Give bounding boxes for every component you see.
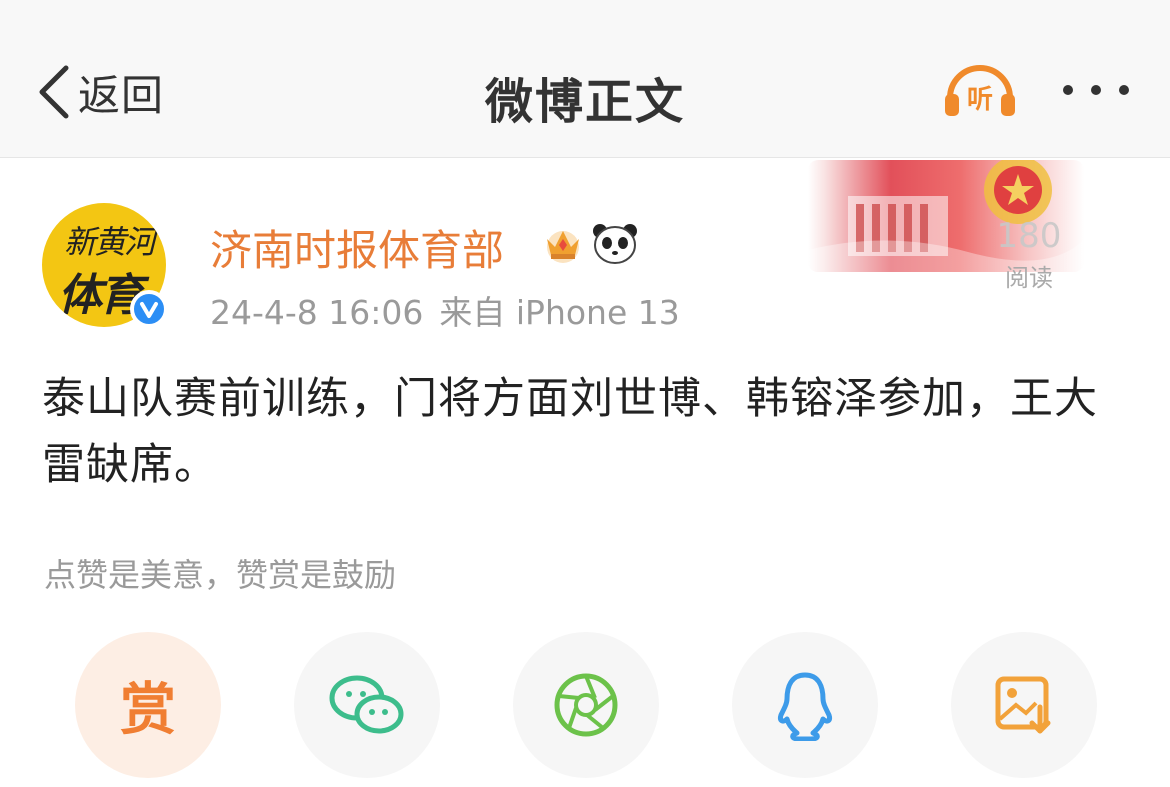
- headphones-icon: 听: [945, 65, 1015, 116]
- avatar-text-line2: 体育: [58, 270, 143, 321]
- share-moments-button[interactable]: [513, 632, 659, 778]
- save-image-icon: [995, 676, 1051, 734]
- panda-icon: [593, 224, 637, 264]
- verified-badge-icon: [130, 290, 168, 328]
- qq-icon: [778, 672, 832, 741]
- reward-button-label: 赏: [120, 677, 176, 743]
- more-button[interactable]: [1056, 70, 1136, 110]
- moments-icon: [554, 673, 618, 737]
- wechat-icon: [329, 675, 404, 734]
- reward-button[interactable]: 赏: [75, 632, 221, 778]
- more-icon: [1063, 85, 1129, 95]
- post-content: 泰山队赛前训练，门将方面刘世博、韩镕泽参加，王大雷缺席。: [42, 374, 1098, 490]
- share-wechat-button[interactable]: [294, 632, 440, 778]
- author-name[interactable]: 济南时报体育部: [210, 217, 504, 278]
- reward-hint: 点赞是美意，赞赏是鼓励: [44, 556, 397, 594]
- post-source: 来自 iPhone 13: [439, 293, 680, 332]
- save-image-button[interactable]: [951, 632, 1097, 778]
- crown-icon: [547, 231, 579, 263]
- listen-button[interactable]: 听: [940, 58, 1020, 122]
- read-count: 180: [996, 216, 1062, 256]
- post-date: 24-4-8 16:06: [210, 293, 424, 332]
- read-label: 阅读: [1005, 264, 1053, 292]
- nav-bar: 返回 微博正文 听: [0, 0, 1170, 158]
- avatar-text-line1: 新黄河: [64, 223, 156, 261]
- post-meta: 24-4-8 16:06 来自 iPhone 13: [210, 286, 680, 334]
- share-qq-button[interactable]: [732, 632, 878, 778]
- listen-label: 听: [967, 85, 993, 115]
- share-actions: 赏: [0, 632, 1170, 782]
